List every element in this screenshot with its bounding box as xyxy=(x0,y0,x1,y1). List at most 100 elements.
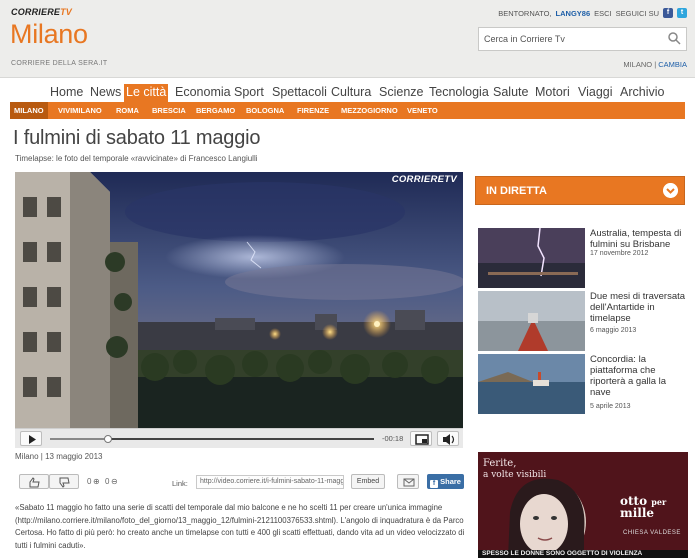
location-row: MILANO | CAMBIA xyxy=(623,60,687,69)
facebook-share-icon: f xyxy=(430,480,439,488)
video-frame[interactable] xyxy=(15,172,463,428)
nav-home[interactable]: Home xyxy=(48,84,85,102)
like-button[interactable] xyxy=(19,474,49,489)
play-icon xyxy=(29,435,36,444)
related-date: 6 maggio 2013 xyxy=(590,327,637,334)
brand-corriere: CORRIERE xyxy=(11,7,61,17)
subnav-milano[interactable]: MILANO xyxy=(10,102,48,119)
ad-banner-text: SPESSO LE DONNE SONO OGGETTO DI VIOLENZA xyxy=(478,550,688,558)
subnav-roma[interactable]: ROMA xyxy=(116,102,139,119)
fullscreen-icon xyxy=(415,434,429,445)
ad-text-1: Ferite, xyxy=(483,458,517,469)
email-button[interactable] xyxy=(397,474,419,489)
location-separator: | xyxy=(654,60,657,69)
thumbs-down-icon xyxy=(59,477,70,488)
thumbs-up-icon xyxy=(29,477,40,488)
related-title[interactable]: Due mesi di traversata dell'Antartide in… xyxy=(590,291,686,324)
subnav-mezzogiorno[interactable]: MEZZOGIORNO xyxy=(341,102,398,119)
related-thumbnail[interactable] xyxy=(478,291,585,351)
brand-tv: TV xyxy=(60,7,73,17)
article-description: «Sabato 11 maggio ho fatto una serie di … xyxy=(15,503,465,550)
main-nav: Home News Le città Economia Sport Spetta… xyxy=(0,84,695,102)
likes-count: 0 xyxy=(87,477,92,486)
related-video-item[interactable]: Due mesi di traversata dell'Antartide in… xyxy=(478,291,686,351)
nav-cultura[interactable]: Cultura xyxy=(329,84,373,102)
ad-chiesa-valdese: CHIESA VALDESE xyxy=(623,530,681,536)
related-video-item[interactable]: Concordia: la piattaforma che riporterà … xyxy=(478,354,686,414)
player-controls: -00:18 xyxy=(15,428,463,448)
dislikes-count: 0 xyxy=(105,477,110,486)
link-label: Link: xyxy=(172,479,188,488)
nav-spettacoli[interactable]: Spettacoli xyxy=(270,84,329,102)
share-button[interactable]: f Share xyxy=(427,474,464,489)
play-button[interactable] xyxy=(20,431,42,446)
subnav-bologna[interactable]: BOLOGNA xyxy=(246,102,284,119)
site-header: CORRIERETV Milano CORRIERE DELLA SERA.IT… xyxy=(0,0,695,78)
subnav-brescia[interactable]: BRESCIA xyxy=(152,102,186,119)
corriere-tv-watermark: CORRIERETV xyxy=(391,174,457,185)
chevron-down-icon[interactable] xyxy=(663,183,678,198)
envelope-icon xyxy=(403,478,415,487)
share-label: Share xyxy=(440,477,461,486)
video-link-field[interactable]: http://video.corriere.it/i-fulmini-sabat… xyxy=(196,475,344,489)
related-title[interactable]: Australia, tempesta di fulmini su Brisba… xyxy=(590,228,686,250)
related-thumbnail[interactable] xyxy=(478,354,585,414)
otto-per-mille-logo: otto per mille xyxy=(620,495,666,520)
search-icon[interactable] xyxy=(667,31,681,45)
ad-mille: mille xyxy=(620,506,655,520)
corriere-tv-logo[interactable]: CORRIERETV xyxy=(11,7,72,17)
nav-viaggi[interactable]: Viaggi xyxy=(576,84,615,102)
nav-salute[interactable]: Salute xyxy=(491,84,530,102)
video-player[interactable]: CORRIERETV -00:18 xyxy=(15,172,463,448)
welcome-text: BENTORNATO, xyxy=(498,8,552,18)
change-location-link[interactable]: CAMBIA xyxy=(658,60,687,69)
twitter-icon[interactable]: t xyxy=(677,8,687,18)
nav-news[interactable]: News xyxy=(88,84,123,102)
video-tools: 0 ⊕ 0 ⊖ Link: http://video.corriere.it/i… xyxy=(15,474,465,490)
in-diretta-dropdown[interactable]: IN DIRETTA xyxy=(475,176,685,205)
related-date: 5 aprile 2013 xyxy=(590,403,631,410)
article-meta: Milano | 13 maggio 2013 xyxy=(15,452,103,461)
related-thumbnail[interactable] xyxy=(478,228,585,288)
related-title[interactable]: Concordia: la piattaforma che riporterà … xyxy=(590,354,686,398)
subnav-firenze[interactable]: FIRENZE xyxy=(297,102,329,119)
subnav-vivimilano[interactable]: VIVIMILANO xyxy=(58,102,102,119)
progress-handle[interactable] xyxy=(104,435,113,443)
search-input[interactable]: Cerca in Corriere Tv xyxy=(478,27,687,51)
site-name[interactable]: CORRIERE DELLA SERA.IT xyxy=(11,60,107,67)
embed-button[interactable]: Embed xyxy=(351,474,385,489)
thumbs-up-small-icon: ⊕ xyxy=(93,477,100,486)
current-location: MILANO xyxy=(623,60,653,69)
subnav-bergamo[interactable]: BERGAMO xyxy=(196,102,235,119)
volume-icon xyxy=(443,434,455,445)
nav-scienze[interactable]: Scienze xyxy=(377,84,425,102)
article-subtitle: Timelapse: le foto del temporale «ravvic… xyxy=(15,154,258,163)
ad-text-2: a volte visibili xyxy=(483,470,547,480)
related-video-item[interactable]: Australia, tempesta di fulmini su Brisba… xyxy=(478,228,686,288)
nav-le-citta[interactable]: Le città xyxy=(124,84,169,102)
logout-link[interactable]: ESCI xyxy=(594,9,612,18)
progress-bar[interactable] xyxy=(50,435,374,443)
article-title: I fulmini di sabato 11 maggio xyxy=(13,127,261,149)
nav-sport[interactable]: Sport xyxy=(232,84,266,102)
subnav-veneto[interactable]: VENETO xyxy=(407,102,438,119)
in-diretta-label: IN DIRETTA xyxy=(486,185,547,197)
progress-fill xyxy=(50,438,109,440)
dislike-button[interactable] xyxy=(49,474,79,489)
volume-button[interactable] xyxy=(437,431,459,446)
user-bar: BENTORNATO, LANGY86 ESCI SEGUICI SU f t xyxy=(498,8,687,18)
nav-archivio[interactable]: Archivio xyxy=(618,84,666,102)
fullscreen-button[interactable] xyxy=(410,431,432,446)
thumbs-down-small-icon: ⊖ xyxy=(111,477,118,486)
time-remaining: -00:18 xyxy=(382,434,404,443)
username-link[interactable]: LANGY86 xyxy=(556,9,591,18)
nav-tecnologia[interactable]: Tecnologia xyxy=(427,84,491,102)
city-title[interactable]: Milano xyxy=(10,19,88,50)
nav-motori[interactable]: Motori xyxy=(533,84,572,102)
search-placeholder: Cerca in Corriere Tv xyxy=(484,34,565,44)
facebook-icon[interactable]: f xyxy=(663,8,673,18)
related-date: 17 novembre 2012 xyxy=(590,250,649,257)
city-subnav: MILANO VIVIMILANO ROMA BRESCIA BERGAMO B… xyxy=(10,102,685,119)
nav-economia[interactable]: Economia xyxy=(173,84,233,102)
advertisement[interactable]: Ferite, a volte visibili otto per mille … xyxy=(478,452,688,558)
